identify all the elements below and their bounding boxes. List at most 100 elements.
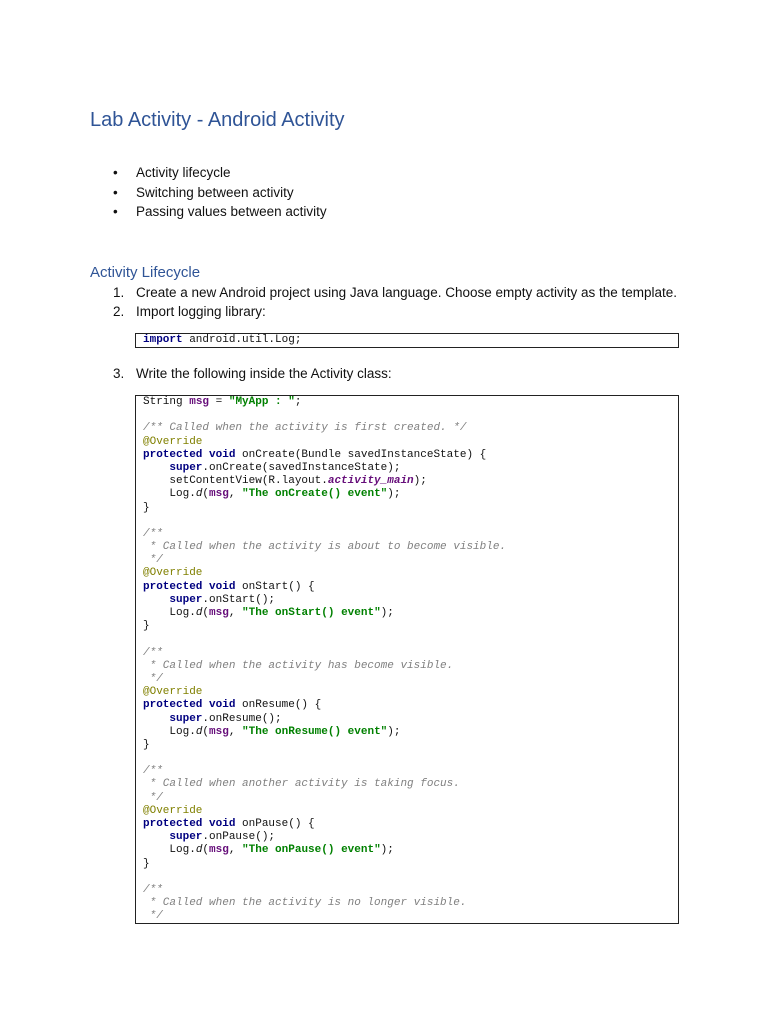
- code-line: @Override: [143, 686, 671, 699]
- code-text: String: [143, 396, 190, 408]
- activity-code-block: String msg = "MyApp : "; /** Called when …: [135, 395, 679, 924]
- code-line: protected void onResume() {: [143, 699, 671, 712]
- list-item-text: Activity lifecycle: [136, 165, 231, 180]
- code-keyword: protected void: [143, 448, 236, 461]
- code-line: Log.d(msg, "The onResume() event");: [143, 726, 671, 739]
- code-field: msg: [189, 396, 210, 408]
- code-text: ,: [228, 488, 243, 501]
- code-string: "The onResume() event": [242, 725, 388, 738]
- code-text: ;: [294, 396, 302, 408]
- code-line: }: [143, 858, 671, 871]
- step-text: Write the following inside the Activity …: [136, 366, 392, 381]
- code-text: onResume() {: [235, 699, 322, 712]
- topic-list: • Activity lifecycle • Switching between a…: [113, 165, 327, 224]
- code-text: Log.: [143, 488, 196, 501]
- code-text: ,: [228, 844, 243, 857]
- code-line: @Override: [143, 567, 671, 580]
- code-text: ,: [228, 725, 243, 738]
- code-line: super.onCreate(savedInstanceState);: [143, 462, 671, 475]
- code-comment: * Called when the activity is about to b…: [143, 541, 507, 554]
- code-text: }: [143, 857, 150, 870]
- code-string: "MyApp : ": [228, 396, 295, 408]
- code-text: onStart() {: [235, 580, 315, 593]
- list-item-text: Switching between activity: [136, 184, 294, 200]
- code-line: * Called when the activity has become vi…: [143, 660, 671, 673]
- code-text: .onCreate(savedInstanceState);: [202, 461, 401, 474]
- step-text: Create a new Android project using Java …: [136, 285, 678, 300]
- code-line: protected void onCreate(Bundle savedInst…: [143, 449, 671, 462]
- code-line: super.onPause();: [143, 831, 671, 844]
- code-line: /** Called when the activity is first cr…: [143, 422, 671, 435]
- code-keyword: protected void: [143, 699, 236, 712]
- code-text: );: [413, 475, 427, 488]
- code-keyword: super: [169, 831, 203, 844]
- code-text: Log.: [143, 607, 196, 619]
- code-keyword: super: [169, 593, 203, 606]
- code-line: /**: [143, 884, 671, 897]
- bullet-icon: •: [113, 165, 118, 180]
- code-line: */: [143, 673, 671, 686]
- bullet-icon: •: [113, 204, 118, 219]
- code-comment: * Called when the activity has become vi…: [143, 659, 454, 672]
- code-line: */: [143, 792, 671, 805]
- code-text: );: [380, 607, 394, 619]
- code-annotation: @Override: [143, 804, 203, 817]
- code-line: Log.d(msg, "The onStart() event");: [143, 607, 671, 620]
- code-annotation: @Override: [143, 567, 203, 580]
- code-text: =: [209, 396, 229, 408]
- step-3: 3. Write the following inside the Activit…: [113, 366, 392, 381]
- code-comment: */: [143, 672, 163, 685]
- code-field: msg: [209, 725, 229, 738]
- code-comment: */: [143, 910, 163, 923]
- code-line: * Called when another activity is taking…: [143, 778, 671, 791]
- code-line: setContentView(R.layout.activity_main);: [143, 475, 671, 488]
- list-item-text: Passing values between activity: [136, 204, 327, 219]
- code-text: setContentView(R.layout.: [143, 475, 328, 488]
- code-comment: /**: [143, 527, 163, 540]
- code-line: protected void onPause() {: [143, 818, 671, 831]
- section-heading: Activity Lifecycle: [90, 264, 201, 281]
- code-comment: /**: [143, 646, 163, 659]
- code-text: }: [143, 501, 150, 514]
- step-number: 1.: [113, 285, 125, 300]
- bullet-icon: •: [113, 184, 118, 200]
- code-comment: * Called when another activity is taking…: [143, 778, 460, 791]
- code-text: onCreate(Bundle savedInstanceState) {: [235, 448, 487, 461]
- code-line: import android.util.Log;: [143, 334, 671, 347]
- code-field: msg: [209, 607, 229, 619]
- code-line: * Called when the activity is no longer …: [143, 897, 671, 910]
- code-line: }: [143, 502, 671, 515]
- code-line: Log.d(msg, "The onPause() event");: [143, 844, 671, 857]
- code-keyword: protected void: [143, 818, 236, 830]
- code-string: "The onPause() event": [242, 844, 381, 857]
- code-text: .onStart();: [202, 593, 276, 606]
- code-comment: */: [143, 791, 163, 804]
- code-text: Log.: [143, 725, 196, 738]
- code-keyword: import: [143, 334, 183, 346]
- code-text: .onPause();: [202, 831, 276, 844]
- page-title: Lab Activity - Android Activity: [90, 109, 345, 131]
- code-line: /**: [143, 647, 671, 660]
- step-text: Import logging library:: [136, 304, 266, 319]
- code-keyword: protected void: [143, 580, 236, 593]
- code-line: /**: [143, 528, 671, 541]
- code-keyword: super: [169, 461, 203, 474]
- code-keyword: super: [169, 712, 203, 725]
- step-number: 2.: [113, 304, 125, 319]
- step-1: 1. Create a new Android project using Jav…: [113, 285, 677, 300]
- code-text: );: [380, 844, 394, 857]
- code-text: Log.: [143, 844, 196, 857]
- code-line: @Override: [143, 805, 671, 818]
- code-text: .onResume();: [202, 712, 282, 725]
- code-line: super.onResume();: [143, 713, 671, 726]
- list-item: • Passing values between activity: [113, 204, 327, 224]
- code-text: );: [387, 488, 401, 501]
